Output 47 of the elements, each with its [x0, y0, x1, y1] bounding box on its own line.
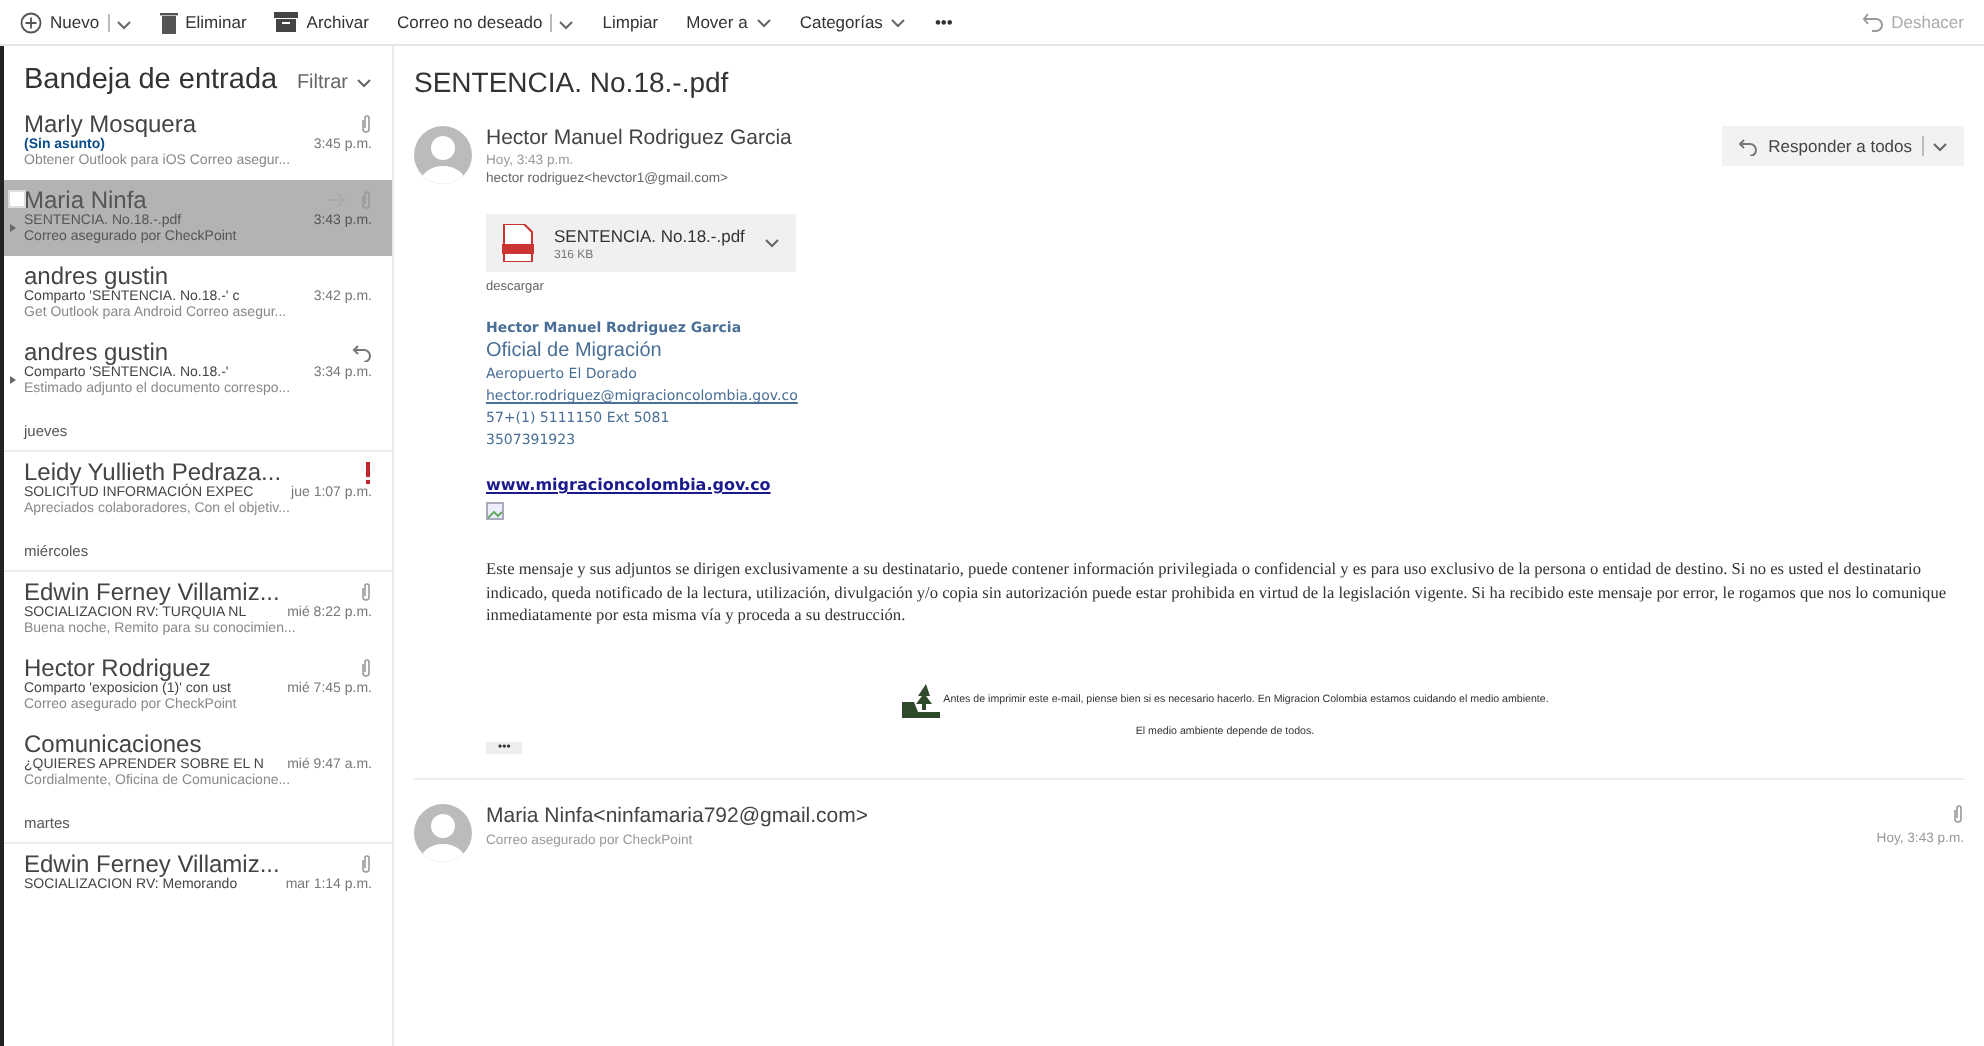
sender-name: Comunicaciones — [24, 730, 202, 758]
file-name: SENTENCIA. No.18.-.pdf — [554, 225, 745, 245]
avatar — [414, 126, 472, 184]
sender-name: Leidy Yullieth Pedraza... — [24, 458, 282, 486]
sender-name: Hector Rodriguez — [24, 654, 211, 682]
sender-name: Marly Mosquera — [24, 110, 197, 138]
expand-icon[interactable] — [10, 224, 16, 232]
sender-name: andres gustin — [24, 338, 169, 366]
dropdown-button[interactable]: Correo no deseado — [396, 8, 575, 36]
reply-all-button[interactable]: Responder a todos — [1722, 126, 1964, 166]
message-subject: SENTENCIA. No.18.-.pdf — [414, 64, 731, 102]
archive-icon — [274, 12, 299, 32]
expand-icon[interactable] — [10, 376, 16, 384]
avatar — [414, 803, 472, 861]
broken-image-icon — [486, 502, 504, 520]
caret-icon — [890, 17, 907, 27]
caret-icon — [755, 17, 772, 27]
toolbar-button[interactable]: Limpiar — [602, 8, 659, 36]
sender-name: Maria Ninfa<ninfamaria792@gmail.com> — [486, 803, 868, 827]
trash-icon — [159, 11, 178, 33]
dropdown-button[interactable]: Categorías — [799, 8, 907, 36]
pdf-file-icon — [502, 224, 534, 262]
disclaimer-text: Este mensaje y sus adjuntos se dirigen exclusivamente a su destinatario, puede contener información privilegiada o confidencial y es para uso exclusivo de la persona o entidad de destino. Si no es usted el destinatario indicado, queda notificado de la lectura, utilización, divulgación y/o copia sin autorización puede estar prohibida en virtud de la legislación vigente. Si ha recibido este mensaje por error, le rogamos que nos lo comunique inmediatamente por esta misma vía y proceda a su destrucción. — [486, 558, 1949, 627]
checkbox[interactable] — [8, 190, 26, 208]
sender-name: Edwin Ferney Villamiz... — [24, 578, 280, 606]
toolbar-button[interactable]: Archivar — [274, 8, 369, 36]
caret-icon — [764, 238, 781, 248]
undo-icon — [1861, 12, 1884, 32]
sender-name: Maria Ninfa — [24, 186, 147, 214]
inbox-title: Bandeja de entrada — [24, 64, 278, 96]
sender-name: Hector Manuel Rodriguez Garcia — [486, 126, 792, 150]
caret-icon — [1932, 141, 1948, 151]
tree-logo-icon — [901, 683, 940, 717]
dropdown-button[interactable]: Mover a — [686, 8, 772, 36]
caret-icon — [356, 78, 372, 88]
toolbar-button[interactable]: Eliminar — [159, 7, 247, 37]
caret-icon — [115, 19, 132, 29]
caret-icon — [558, 19, 575, 29]
website-link[interactable]: www.migracioncolombia.gov.co — [486, 476, 771, 494]
signature-line: Oficial de Migración — [486, 340, 664, 364]
dropdown-button[interactable]: Nuevo — [20, 7, 132, 37]
reply-icon — [1738, 137, 1759, 155]
more-button[interactable]: ••• — [934, 8, 953, 36]
filter-button[interactable]: Filtrar — [296, 72, 372, 94]
new-icon — [20, 11, 42, 33]
sender-name: Edwin Ferney Villamiz... — [24, 850, 280, 878]
sender-name: andres gustin — [24, 262, 169, 290]
